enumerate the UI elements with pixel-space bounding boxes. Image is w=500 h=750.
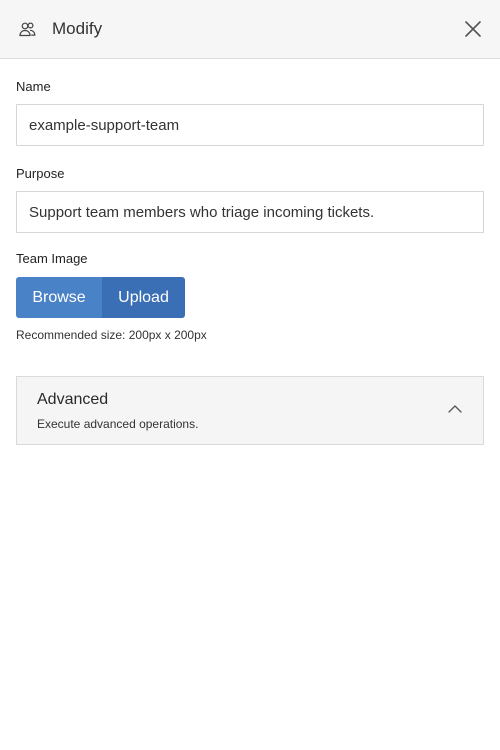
team-image-label: Team Image [16,251,88,266]
modal-title: Modify [52,19,103,38]
modal-header: Modify [0,0,500,59]
recommended-size-hint: Recommended size: 200px x 200px [16,328,207,342]
purpose-input[interactable] [16,191,484,233]
advanced-panel[interactable]: Advanced Execute advanced operations. [16,376,484,445]
close-icon[interactable] [462,18,484,40]
browse-button[interactable]: Browse [16,277,102,318]
purpose-label: Purpose [16,166,65,181]
name-label: Name [16,79,51,94]
image-button-group: Browse Upload [16,277,185,318]
name-input[interactable] [16,104,484,146]
chevron-up-icon[interactable] [447,403,463,415]
advanced-title: Advanced [37,391,109,408]
upload-button[interactable]: Upload [102,277,185,318]
advanced-description: Execute advanced operations. [37,417,199,431]
users-icon [19,22,36,37]
